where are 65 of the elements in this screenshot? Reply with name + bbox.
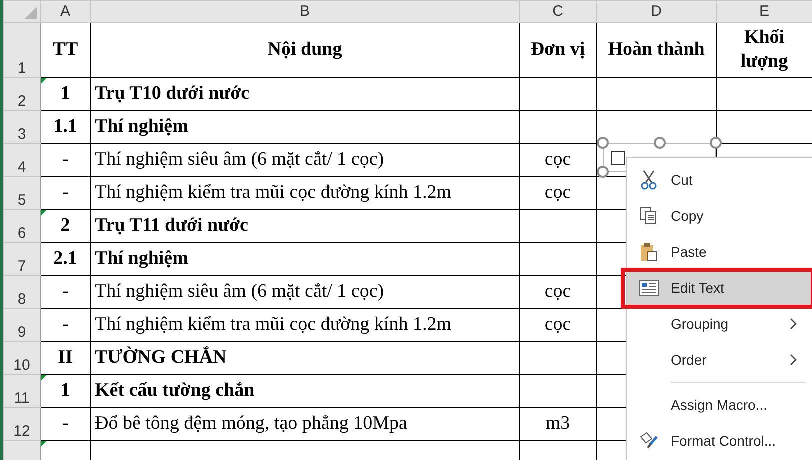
table-cell: Thí nghiệm kiểm tra mũi cọc đường kính 1.2m — [90, 176, 520, 210]
row-header[interactable]: 11 — [4, 374, 40, 408]
paint-brush-icon — [639, 431, 659, 451]
selection-handle[interactable] — [654, 137, 666, 149]
column-header[interactable]: A — [40, 0, 90, 22]
table-cell: - — [40, 144, 90, 176]
table-cell: Thí nghiệm kiểm tra mũi cọc đường kính 1.2m — [90, 308, 520, 342]
table-cell: 1.1 — [40, 110, 90, 144]
table-cell: Thí nghiệm — [90, 242, 520, 276]
row-header[interactable]: 6 — [4, 210, 40, 242]
row-header[interactable]: 4 — [4, 144, 40, 176]
row-header[interactable]: 3 — [4, 110, 40, 144]
menu-item[interactable]: Paste — [627, 234, 812, 270]
table-cell: 2.1 — [40, 242, 90, 276]
row-header[interactable]: 8 — [4, 276, 40, 308]
table-cell: 1 — [40, 78, 90, 110]
selection-handle[interactable] — [710, 137, 722, 149]
selection-handle[interactable] — [597, 137, 609, 149]
row-header[interactable]: 1 — [4, 22, 40, 78]
row-header[interactable]: 10 — [4, 342, 40, 374]
table-cell: Thí nghiệm siêu âm (6 mặt cắt/ 1 cọc) — [90, 276, 520, 308]
table-cell: - — [40, 276, 90, 308]
table-cell: Thí nghiệm siêu âm (6 mặt cắt/ 1 cọc) — [90, 144, 520, 176]
table-cell: - — [40, 308, 90, 342]
menu-item[interactable]: Copy — [627, 198, 812, 234]
table-cell: cọc — [520, 144, 596, 176]
row-header[interactable]: 7 — [4, 242, 40, 276]
table-cell: cọc — [520, 308, 596, 342]
column-header[interactable]: C — [520, 0, 596, 22]
column-header[interactable]: D — [596, 0, 716, 22]
selection-handle[interactable] — [597, 166, 609, 178]
checkbox[interactable] — [611, 151, 625, 165]
table-cell: 2 — [40, 210, 90, 242]
table-cell: Trụ T10 dưới nước — [90, 78, 520, 110]
table-cell: Đơn vị — [520, 22, 596, 78]
table-cell: Thí nghiệm — [90, 110, 520, 144]
row-header[interactable]: 5 — [4, 176, 40, 210]
menu-item[interactable]: Assign Macro... — [627, 387, 812, 423]
table-cell: Đổ bê tông đệm móng, tạo phẳng 10Mpa — [90, 408, 520, 440]
row-header[interactable]: 2 — [4, 78, 40, 110]
table-cell: 1 — [40, 374, 90, 408]
table-cell: cọc — [520, 176, 596, 210]
column-header[interactable]: B — [90, 0, 520, 22]
table-cell: m3 — [520, 408, 596, 440]
text-box-icon — [639, 280, 659, 296]
table-cell: cọc — [520, 276, 596, 308]
table-cell: TT — [40, 22, 90, 78]
clipboard-icon — [640, 242, 658, 262]
column-header[interactable]: E — [716, 0, 812, 22]
copy-icon — [640, 207, 658, 225]
table-cell: Kết cấu tường chắn — [90, 374, 520, 408]
table-cell: - — [40, 408, 90, 440]
row-header[interactable]: 9 — [4, 308, 40, 342]
table-cell: - — [40, 176, 90, 210]
menu-item[interactable]: Grouping — [627, 306, 812, 342]
table-cell: Nội dung — [90, 22, 520, 78]
scissors-icon — [640, 170, 658, 190]
menu-item[interactable]: Order — [627, 342, 812, 378]
table-cell: TƯỜNG CHẮN — [90, 342, 520, 374]
table-cell: II — [40, 342, 90, 374]
table-cell: Trụ T11 dưới nước — [90, 210, 520, 242]
menu-item[interactable]: Format Control... — [627, 423, 812, 459]
menu-item[interactable]: Cut — [627, 162, 812, 198]
row-header[interactable]: 12 — [4, 408, 40, 440]
table-cell: Hoàn thành — [596, 22, 716, 78]
